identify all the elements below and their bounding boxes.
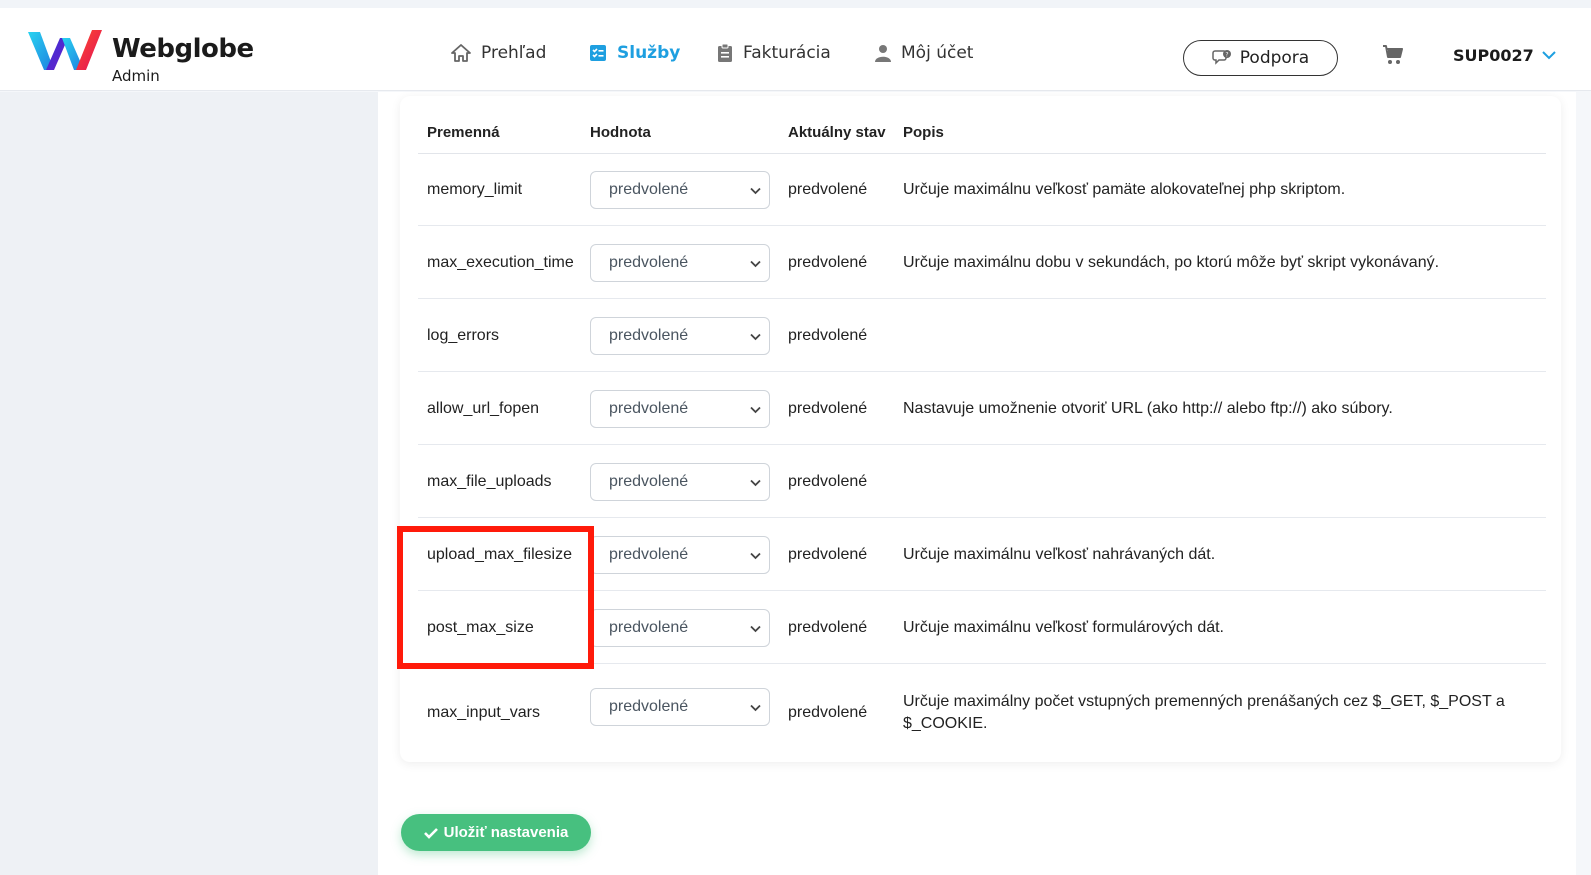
- table-row: max_execution_time predvolené predvolené…: [418, 227, 1546, 299]
- value-select-text: predvolené: [609, 181, 689, 198]
- column-header-state: Aktuálny stav: [788, 124, 886, 141]
- value-select-text: predvolené: [609, 473, 689, 490]
- chevron-down-icon: [750, 625, 761, 633]
- nav-fakturacia-label: Fakturácia: [743, 43, 831, 63]
- check-icon: [423, 827, 438, 839]
- variable-name: max_input_vars: [427, 703, 540, 721]
- column-header-value: Hodnota: [590, 124, 651, 141]
- svg-text:?: ?: [1225, 52, 1228, 59]
- table-row: log_errors predvolené predvolené: [418, 300, 1546, 372]
- description: Určuje maximálnu veľkosť pamäte alokovat…: [903, 180, 1346, 198]
- description: Určuje maximálnu veľkosť formulárových d…: [903, 618, 1224, 636]
- cart-icon[interactable]: [1382, 45, 1404, 65]
- value-select[interactable]: predvolené: [590, 688, 770, 726]
- value-select[interactable]: predvolené: [590, 609, 770, 647]
- chevron-down-icon: [750, 260, 761, 268]
- table-row: memory_limit predvolené predvolené Určuj…: [418, 154, 1546, 226]
- nav-fakturacia[interactable]: Fakturácia: [717, 38, 831, 68]
- user-icon: [875, 45, 891, 62]
- value-select-text: predvolené: [609, 619, 689, 636]
- value-select[interactable]: predvolené: [590, 463, 770, 501]
- chevron-down-icon: [750, 406, 761, 414]
- nav-prehlad[interactable]: Prehľad: [451, 38, 546, 68]
- value-select-text: predvolené: [609, 546, 689, 563]
- current-state: predvolené: [788, 326, 868, 344]
- current-state: predvolené: [788, 703, 868, 721]
- current-state: predvolené: [788, 253, 868, 271]
- description: Nastavuje umožnenie otvoriť URL (ako htt…: [903, 399, 1393, 417]
- value-select-text: predvolené: [609, 327, 689, 344]
- column-header-desc: Popis: [903, 124, 944, 141]
- scrollbar[interactable]: [1576, 91, 1591, 875]
- chevron-down-icon: [750, 704, 761, 712]
- value-select-text: predvolené: [609, 400, 689, 417]
- brand-name: Webglobe: [112, 34, 254, 64]
- value-select[interactable]: predvolené: [590, 244, 770, 282]
- chevron-down-icon: [750, 479, 761, 487]
- chevron-down-icon: [750, 333, 761, 341]
- current-state: predvolené: [788, 399, 868, 417]
- clipboard-icon: [718, 43, 732, 62]
- highlight-annotation-box: [397, 526, 594, 669]
- webglobe-logo-icon[interactable]: [24, 24, 104, 76]
- home-icon: [451, 44, 471, 62]
- value-select[interactable]: predvolené: [590, 317, 770, 355]
- chat-support-icon: ?: [1212, 50, 1231, 65]
- value-select[interactable]: predvolené: [590, 390, 770, 428]
- save-settings-label: Uložiť nastavenia: [443, 824, 569, 841]
- support-button-label: Podpora: [1239, 48, 1310, 68]
- value-select-text: predvolené: [609, 698, 689, 715]
- account-label: SUP0027: [1453, 46, 1534, 65]
- value-select-text: predvolené: [609, 254, 689, 271]
- current-state: predvolené: [788, 180, 868, 198]
- current-state: predvolené: [788, 618, 868, 636]
- top-strip: [0, 0, 1591, 8]
- description: Určuje maximálnu dobu v sekundách, po kt…: [903, 253, 1440, 271]
- save-settings-button[interactable]: Uložiť nastavenia: [401, 814, 591, 851]
- column-header-var: Premenná: [427, 124, 500, 141]
- nav-moj-ucet-label: Môj účet: [901, 43, 974, 63]
- chevron-down-icon: [750, 552, 761, 560]
- table-row: max_file_uploads predvolené predvolené: [418, 446, 1546, 518]
- services-icon: [590, 45, 606, 61]
- variable-name: max_execution_time: [427, 253, 574, 271]
- value-select[interactable]: predvolené: [590, 536, 770, 574]
- value-select[interactable]: predvolené: [590, 171, 770, 209]
- nav-sluzby[interactable]: Služby: [589, 38, 680, 68]
- current-state: predvolené: [788, 545, 868, 563]
- variable-name: log_errors: [427, 326, 500, 344]
- app-header: Webglobe Admin Prehľad Služby Fakturácia…: [0, 8, 1591, 98]
- description: [903, 300, 1523, 371]
- nav-prehlad-label: Prehľad: [481, 43, 547, 63]
- side-pane: [0, 92, 378, 875]
- brand-subtitle: Admin: [112, 67, 160, 85]
- nav-moj-ucet[interactable]: Môj účet: [875, 38, 973, 68]
- account-menu[interactable]: SUP0027: [1453, 46, 1556, 65]
- table-row: max_input_vars predvolené predvolené Urč…: [418, 665, 1546, 760]
- current-state: predvolené: [788, 472, 868, 490]
- support-button[interactable]: ? Podpora: [1183, 40, 1338, 76]
- chevron-down-icon: [1542, 51, 1556, 60]
- variable-name: memory_limit: [427, 180, 523, 198]
- description: Určuje maximálnu veľkosť nahrávaných dát…: [903, 545, 1216, 563]
- chevron-down-icon: [750, 187, 761, 195]
- variable-name: allow_url_fopen: [427, 399, 540, 417]
- nav-sluzby-label: Služby: [617, 43, 681, 63]
- description: [903, 446, 1523, 517]
- variable-name: max_file_uploads: [427, 472, 552, 490]
- table-row: allow_url_fopen predvolené predvolené Na…: [418, 373, 1546, 445]
- description: Určuje maximálny počet vstupných premenn…: [903, 692, 1505, 732]
